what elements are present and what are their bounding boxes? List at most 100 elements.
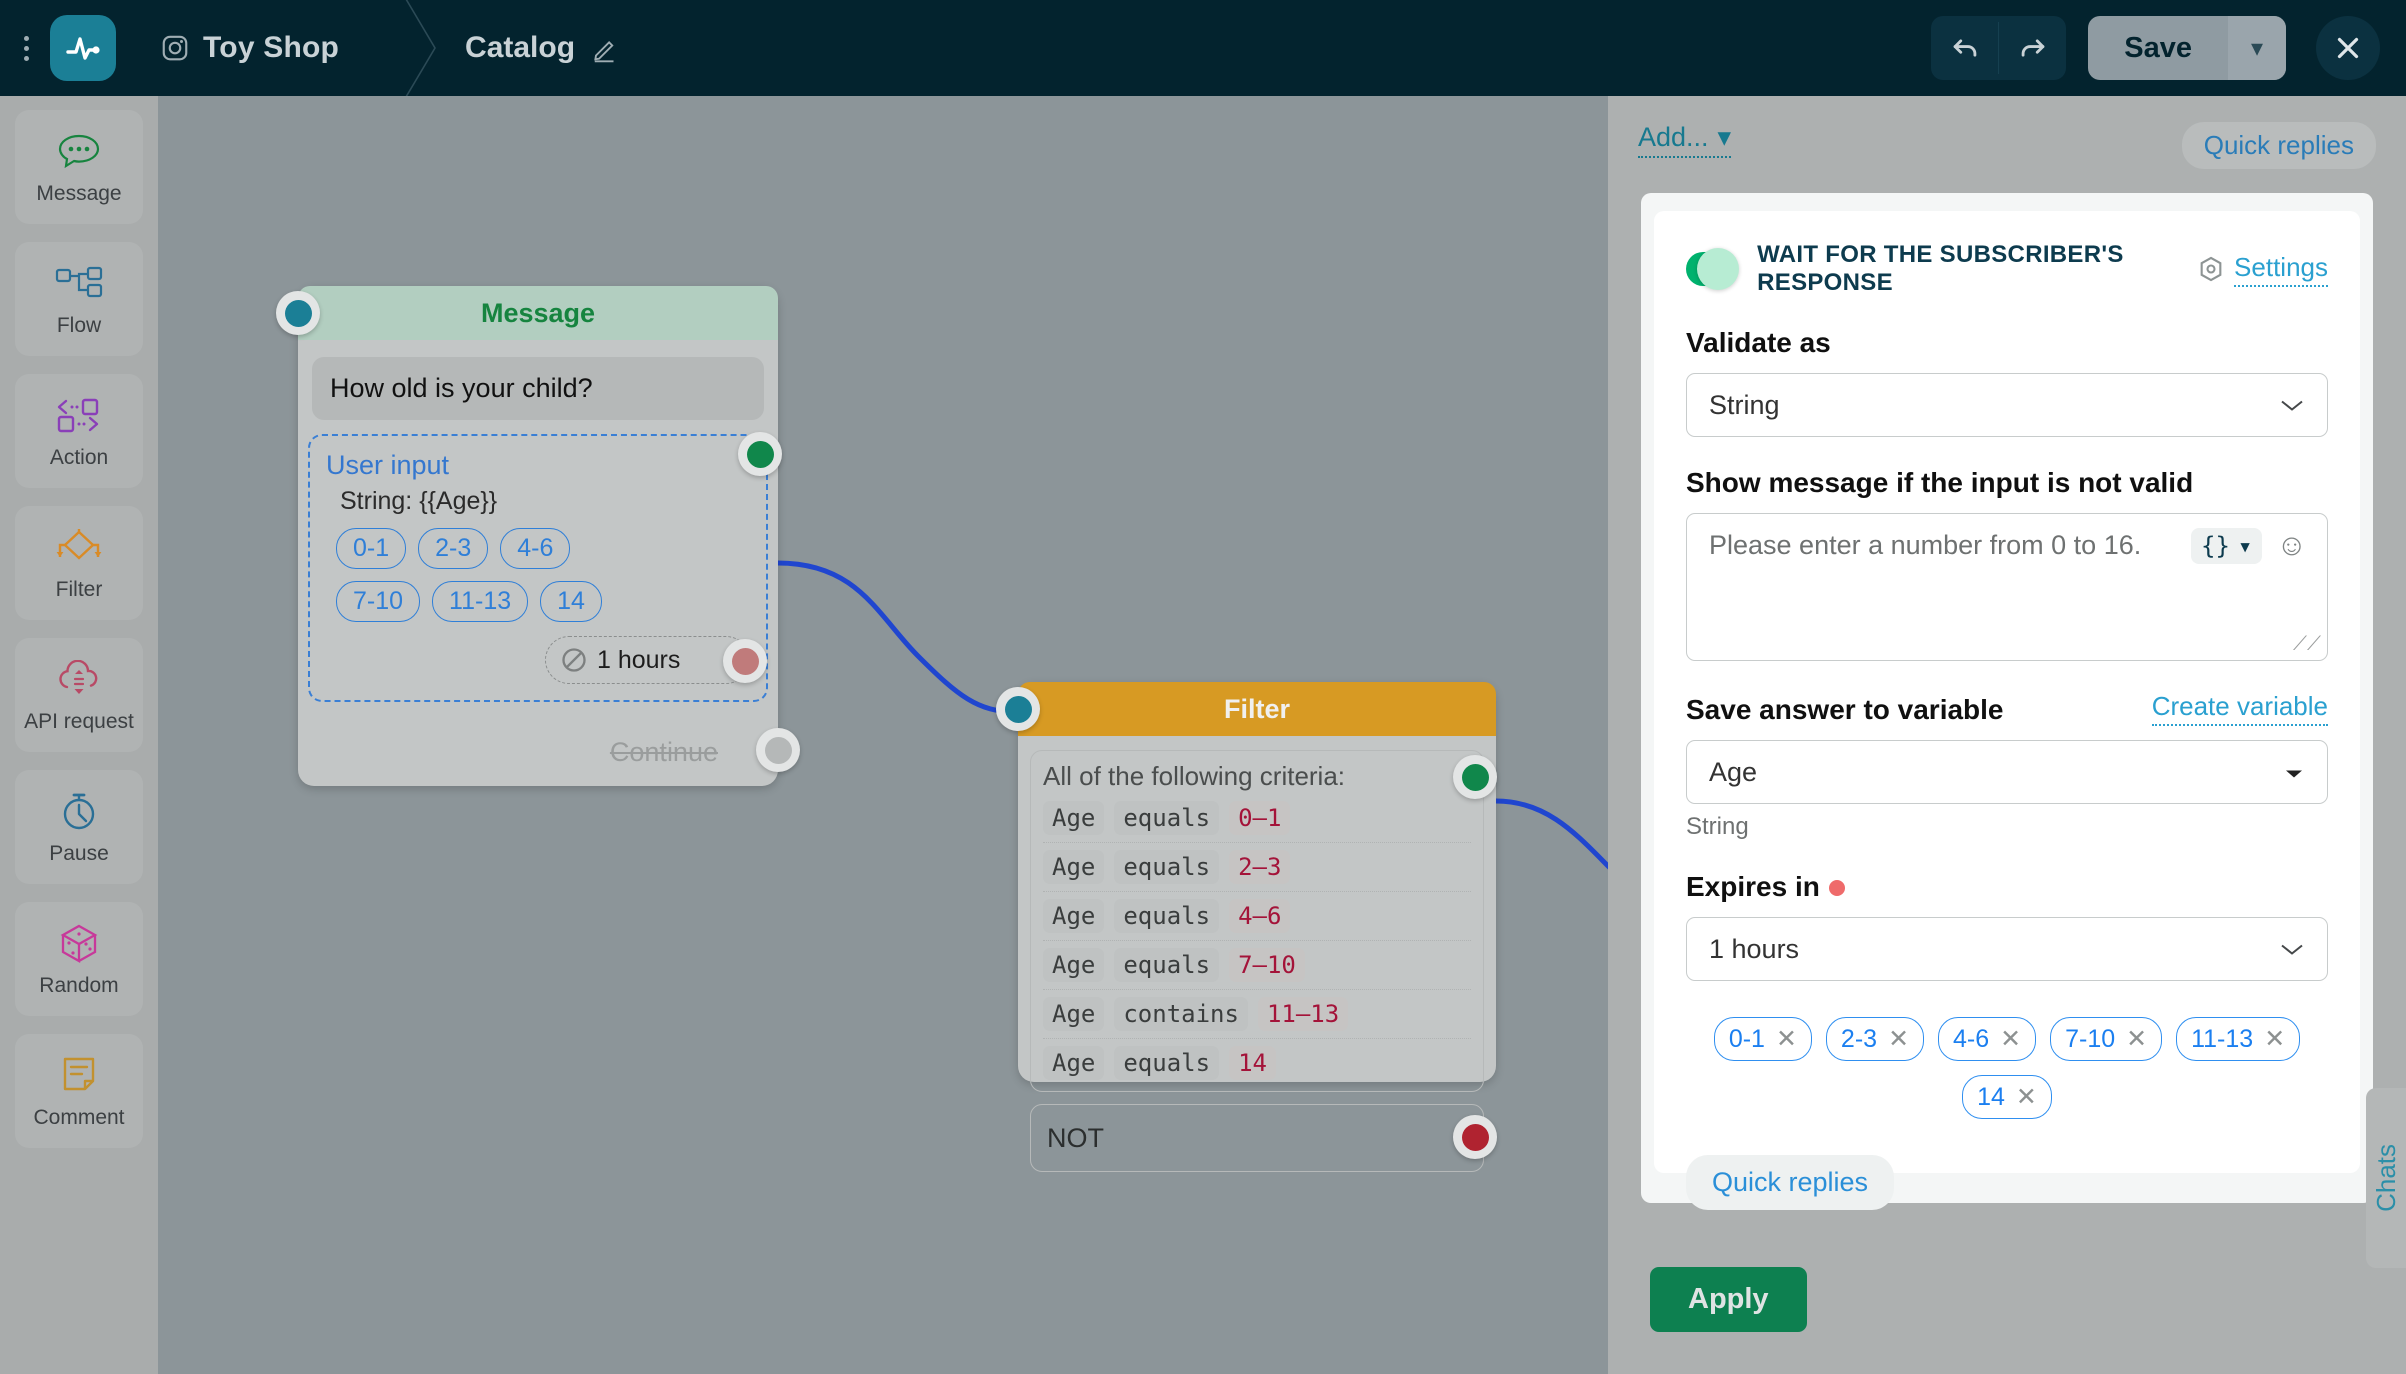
filter-false-port[interactable] <box>1453 1115 1497 1159</box>
sidebar-item-message[interactable]: Message <box>15 110 143 224</box>
criteria-value: 11–13 <box>1257 997 1349 1031</box>
chats-tab[interactable]: Chats <box>2366 1088 2406 1268</box>
add-quick-replies-button[interactable]: Quick replies <box>1686 1155 1895 1210</box>
sidebar-item-random[interactable]: Random <box>15 902 143 1016</box>
message-node[interactable]: Message How old is your child? User inpu… <box>276 286 800 786</box>
save-dropdown-button[interactable]: ▾ <box>2228 16 2286 80</box>
wait-response-toggle[interactable] <box>1686 248 1740 290</box>
create-variable-link[interactable]: Create variable <box>2151 691 2328 726</box>
invalid-message-textarea[interactable]: Please enter a number from 0 to 16. {} ▾… <box>1686 513 2328 661</box>
variable-insert-button[interactable]: {} ▾ <box>2191 528 2263 564</box>
reply-chip[interactable]: 11-13 ✕ <box>2176 1017 2301 1061</box>
criteria-field: Age <box>1043 997 1105 1031</box>
sidebar-item-action[interactable]: Action <box>15 374 143 488</box>
criteria-row[interactable]: Age equals 7–10 <box>1043 941 1471 990</box>
sidebar-item-label: Comment <box>33 1106 125 1129</box>
redo-button[interactable] <box>1999 16 2066 80</box>
menu-dot <box>23 45 29 51</box>
expires-in-value: 1 hours <box>1709 933 1800 964</box>
wait-response-row: WAIT FOR THE SUBSCRIBER'S RESPONSE Setti… <box>1686 241 2328 297</box>
node-quick-reply[interactable]: 14 <box>540 581 602 622</box>
flow-canvas[interactable]: Message How old is your child? User inpu… <box>158 96 1608 1374</box>
reply-chip-remove-icon[interactable]: ✕ <box>2264 1024 2285 1054</box>
reply-chip-remove-icon[interactable]: ✕ <box>2126 1024 2147 1054</box>
message-node-title: Message <box>480 297 596 328</box>
reply-chip[interactable]: 0-1 ✕ <box>1713 1017 1812 1061</box>
app-menu-button[interactable] <box>8 35 44 61</box>
sidebar-item-pause[interactable]: Pause <box>15 770 143 884</box>
user-input-output-port[interactable] <box>738 432 782 476</box>
close-button[interactable] <box>2316 16 2380 80</box>
panel-card-outer: WAIT FOR THE SUBSCRIBER'S RESPONSE Setti… <box>1641 193 2373 1210</box>
message-node-input-port[interactable] <box>276 291 320 335</box>
user-input-block[interactable]: User input String: {{Age}} 0-1 2-3 4-6 7… <box>308 432 782 702</box>
sidebar-item-comment[interactable]: Comment <box>15 1034 143 1148</box>
criteria-group: All of the following criteria: Age equal… <box>1030 750 1497 1092</box>
save-variable-select[interactable]: Age <box>1686 740 2328 804</box>
dice-icon <box>57 920 101 966</box>
reply-chip[interactable]: 2-3 ✕ <box>1825 1017 1925 1061</box>
criteria-operator: equals <box>1114 850 1220 884</box>
message-node-continue-port[interactable] <box>756 728 800 772</box>
criteria-operator: contains <box>1114 997 1248 1031</box>
expires-in-text: Expires in <box>1686 871 1820 902</box>
filter-diamond-icon <box>53 524 105 570</box>
sidebar-item-flow[interactable]: Flow <box>15 242 143 356</box>
criteria-row[interactable]: Age equals 0–1 <box>1043 794 1471 843</box>
filter-node[interactable]: Filter All of the following criteria: Ag… <box>996 682 1497 1172</box>
expires-output-port[interactable] <box>723 639 767 683</box>
criteria-row[interactable]: Age equals 14 <box>1043 1039 1471 1087</box>
port-dot <box>764 736 792 764</box>
undo-button[interactable] <box>1931 16 1998 80</box>
breadcrumb[interactable]: Catalog <box>465 31 621 65</box>
brand[interactable]: Toy Shop <box>160 31 339 65</box>
filter-not-label: NOT <box>1047 1122 1104 1153</box>
node-quick-replies-row-2: 7-10 11-13 14 <box>336 581 750 622</box>
node-quick-reply[interactable]: 11-13 <box>432 581 529 622</box>
sidebar-item-api-request[interactable]: API request <box>15 638 143 752</box>
reply-chip-remove-icon[interactable]: ✕ <box>1888 1024 1909 1054</box>
edit-pencil-icon[interactable] <box>591 33 621 63</box>
message-node-header: Message <box>298 286 778 340</box>
filter-true-port[interactable] <box>1453 755 1497 799</box>
add-dropdown-button[interactable]: Add... ▾ <box>1638 122 1732 158</box>
criteria-row[interactable]: Age equals 4–6 <box>1043 892 1471 941</box>
chevron-down-icon: ▾ <box>2237 532 2253 560</box>
invalid-message-label: Show message if the input is not valid <box>1686 467 2194 498</box>
caret-down-icon <box>2283 757 2305 788</box>
save-button[interactable]: Save <box>2088 16 2228 80</box>
wait-response-label: WAIT FOR THE SUBSCRIBER'S RESPONSE <box>1757 241 2124 296</box>
filter-node-input-port[interactable] <box>996 687 1040 731</box>
reply-chip[interactable]: 7-10 ✕ <box>2050 1017 2163 1061</box>
app-logo-icon[interactable] <box>50 15 116 81</box>
reply-chip-remove-icon[interactable]: ✕ <box>1776 1024 1797 1054</box>
reply-chip-label: 11-13 <box>2191 1024 2254 1053</box>
settings-link[interactable]: Settings <box>2197 252 2328 287</box>
port-dot <box>746 440 774 468</box>
criteria-row[interactable]: Age equals 2–3 <box>1043 843 1471 892</box>
node-quick-reply[interactable]: 7-10 <box>336 581 421 622</box>
reply-chip-remove-icon[interactable]: ✕ <box>2016 1082 2037 1112</box>
save-variable-value: Age <box>1709 756 1758 787</box>
node-quick-reply[interactable]: 4-6 <box>500 528 571 569</box>
validate-as-select[interactable]: String <box>1686 373 2328 437</box>
expires-chip[interactable]: 1 hours <box>545 636 767 684</box>
reply-chip[interactable]: 14 ✕ <box>1962 1075 2052 1119</box>
reply-chip[interactable]: 4-6 ✕ <box>1938 1017 2037 1061</box>
filter-not-branch[interactable]: NOT <box>1030 1104 1497 1172</box>
reply-chip-remove-icon[interactable]: ✕ <box>2000 1024 2021 1054</box>
expires-in-select[interactable]: 1 hours <box>1686 917 2328 981</box>
criteria-row[interactable]: Age contains 11–13 <box>1043 990 1471 1039</box>
quick-replies-pill[interactable]: Quick replies <box>2181 122 2376 169</box>
sidebar-item-filter[interactable]: Filter <box>15 506 143 620</box>
save-variable-row: Save answer to variable Create variable <box>1686 691 2328 726</box>
emoji-icon[interactable]: ☺ <box>2276 529 2307 563</box>
node-quick-reply[interactable]: 2-3 <box>418 528 489 569</box>
criteria-field: Age <box>1043 1046 1105 1080</box>
sidebar-item-label: Action <box>49 446 109 469</box>
criteria-field: Age <box>1043 948 1105 982</box>
redo-icon <box>2021 39 2045 57</box>
apply-button[interactable]: Apply <box>1650 1267 1807 1332</box>
resize-handle-icon[interactable]: ⟋⟋ <box>2293 633 2321 656</box>
node-quick-reply[interactable]: 0-1 <box>336 528 407 569</box>
